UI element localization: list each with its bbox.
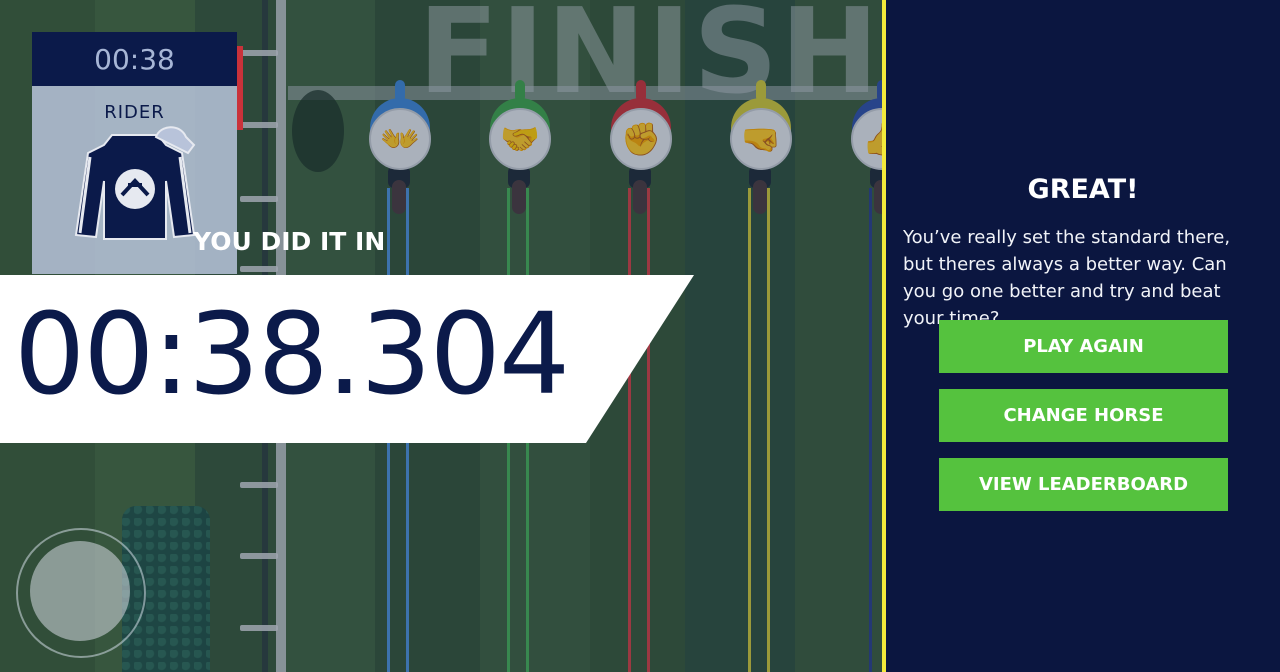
result-panel: GREAT! You’ve really set the standard th… — [886, 0, 1280, 672]
joystick-knob[interactable] — [30, 541, 130, 641]
change-horse-button[interactable]: CHANGE HORSE — [939, 389, 1228, 442]
final-time: 00:38.304 — [14, 290, 570, 420]
jockey-silks-icon — [74, 126, 195, 240]
rider-label: RIDER — [104, 102, 165, 123]
result-message: You’ve really set the standard there, bu… — [903, 227, 1231, 329]
rider-flag — [237, 46, 243, 130]
view-leaderboard-button[interactable]: VIEW LEADERBOARD — [939, 458, 1228, 511]
result-intro: YOU DID IT IN — [193, 227, 386, 256]
result-heading: GREAT! — [1027, 174, 1139, 205]
play-again-button[interactable]: PLAY AGAIN — [939, 320, 1228, 373]
race-timer: 00:38 — [32, 32, 237, 86]
